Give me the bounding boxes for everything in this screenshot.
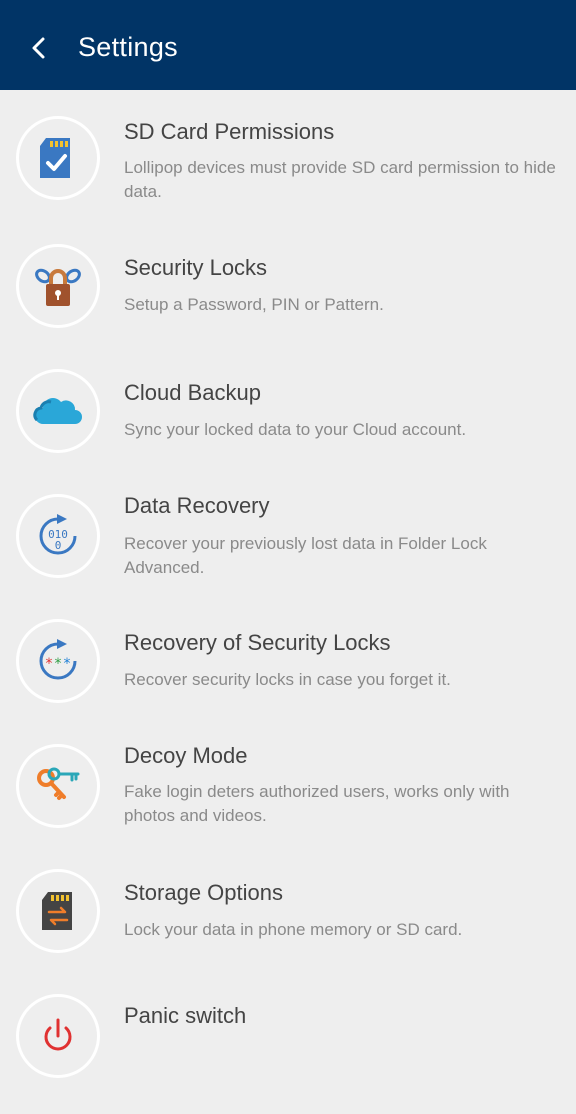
setting-subtitle: Sync your locked data to your Cloud acco… xyxy=(124,420,467,439)
setting-subtitle: Lock your data in phone memory or SD car… xyxy=(124,920,463,939)
setting-data-recovery[interactable]: 010 0 Data Recovery Recover your previou… xyxy=(0,490,576,614)
svg-text:*: * xyxy=(64,656,71,672)
sd-card-transfer-icon xyxy=(42,892,72,930)
setting-subtitle: Recover security locks in case you forge… xyxy=(124,670,451,689)
setting-title: SD Card Permissions xyxy=(124,119,335,144)
setting-icon-circle xyxy=(16,244,100,328)
setting-title: Data Recovery xyxy=(124,493,270,518)
svg-text:*: * xyxy=(55,656,62,672)
setting-decoy-mode[interactable]: Decoy Mode Fake login deters authorized … xyxy=(0,740,576,864)
power-icon xyxy=(44,1018,72,1051)
password-refresh-icon: * * * xyxy=(39,639,77,680)
setting-icon-circle xyxy=(16,744,100,828)
page-title: Settings xyxy=(78,32,178,62)
setting-icon-circle xyxy=(16,369,100,453)
back-button[interactable] xyxy=(20,28,60,68)
setting-subtitle: Setup a Password, PIN or Pattern. xyxy=(124,295,384,314)
cloud-icon xyxy=(33,398,82,424)
setting-title: Security Locks xyxy=(124,255,268,280)
setting-title: Recovery of Security Locks xyxy=(124,630,391,655)
setting-icon-circle xyxy=(16,869,100,953)
keys-icon xyxy=(37,767,80,800)
setting-security-locks[interactable]: Security Locks Setup a Password, PIN or … xyxy=(0,240,576,364)
setting-title: Cloud Backup xyxy=(124,380,261,405)
setting-title: Decoy Mode xyxy=(124,743,248,768)
setting-subtitle: Fake login deters authorized users, work… xyxy=(124,782,510,825)
setting-cloud-backup[interactable]: Cloud Backup Sync your locked data to yo… xyxy=(0,365,576,489)
setting-icon-circle xyxy=(16,994,100,1078)
setting-icon-circle: * * * xyxy=(16,619,100,703)
padlock-chain-icon xyxy=(35,268,81,306)
setting-title: Panic switch xyxy=(124,1003,247,1028)
setting-subtitle: Recover your previously lost data in Fol… xyxy=(124,534,487,577)
setting-sd-card-permissions[interactable]: SD Card Permissions Lollipop devices mus… xyxy=(0,114,576,238)
app-bar: Settings xyxy=(0,0,576,90)
setting-recovery-security-locks[interactable]: * * * Recovery of Security Locks Recover… xyxy=(0,615,576,739)
setting-subtitle: Lollipop devices must provide SD card pe… xyxy=(124,158,556,201)
setting-storage-options[interactable]: Storage Options Lock your data in phone … xyxy=(0,865,576,989)
setting-title: Storage Options xyxy=(124,880,283,905)
sd-card-check-icon xyxy=(40,138,70,178)
svg-text:0: 0 xyxy=(55,539,62,552)
setting-icon-circle xyxy=(16,116,100,200)
chevron-left-icon xyxy=(32,37,45,59)
svg-text:*: * xyxy=(46,656,53,672)
binary-refresh-icon: 010 0 xyxy=(39,514,77,555)
setting-panic-switch[interactable]: Panic switch xyxy=(0,990,576,1114)
setting-icon-circle: 010 0 xyxy=(16,494,100,578)
